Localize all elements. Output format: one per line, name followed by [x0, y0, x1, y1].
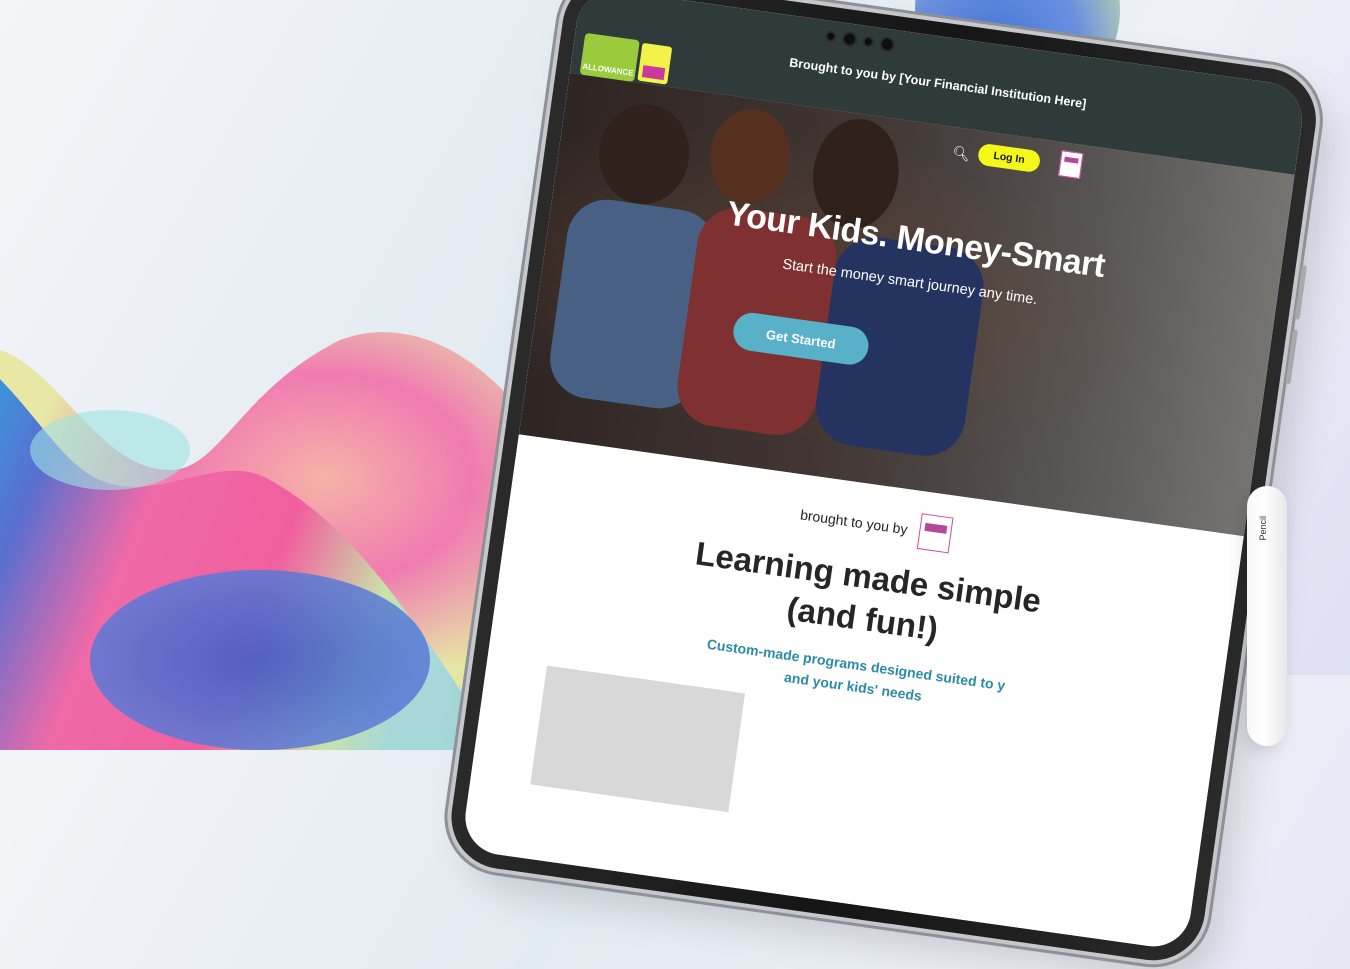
- sensor-icon: [826, 32, 835, 41]
- stylus-pencil: Pencil: [1247, 486, 1287, 746]
- sensor-icon: [864, 37, 873, 46]
- search-icon[interactable]: 🔍︎: [951, 145, 971, 163]
- financial-institution-logo: [1058, 150, 1084, 179]
- volume-up-button: [1294, 264, 1308, 320]
- financial-institution-logo: [916, 513, 954, 554]
- camera-icon: [843, 32, 856, 46]
- allowance-logo[interactable]: ALLOWANCE: [579, 32, 640, 83]
- partner-logo: [637, 42, 673, 85]
- pencil-label: Pencil: [1258, 516, 1268, 541]
- camera-icon: [881, 38, 894, 51]
- tablet-device: Brought to you by [Your Financial Instit…: [444, 0, 1323, 968]
- brought-by-text: brought to you by: [799, 506, 909, 538]
- tablet-screen: Brought to you by [Your Financial Instit…: [460, 0, 1307, 952]
- volume-down-button: [1285, 329, 1299, 385]
- content-image: [530, 665, 746, 813]
